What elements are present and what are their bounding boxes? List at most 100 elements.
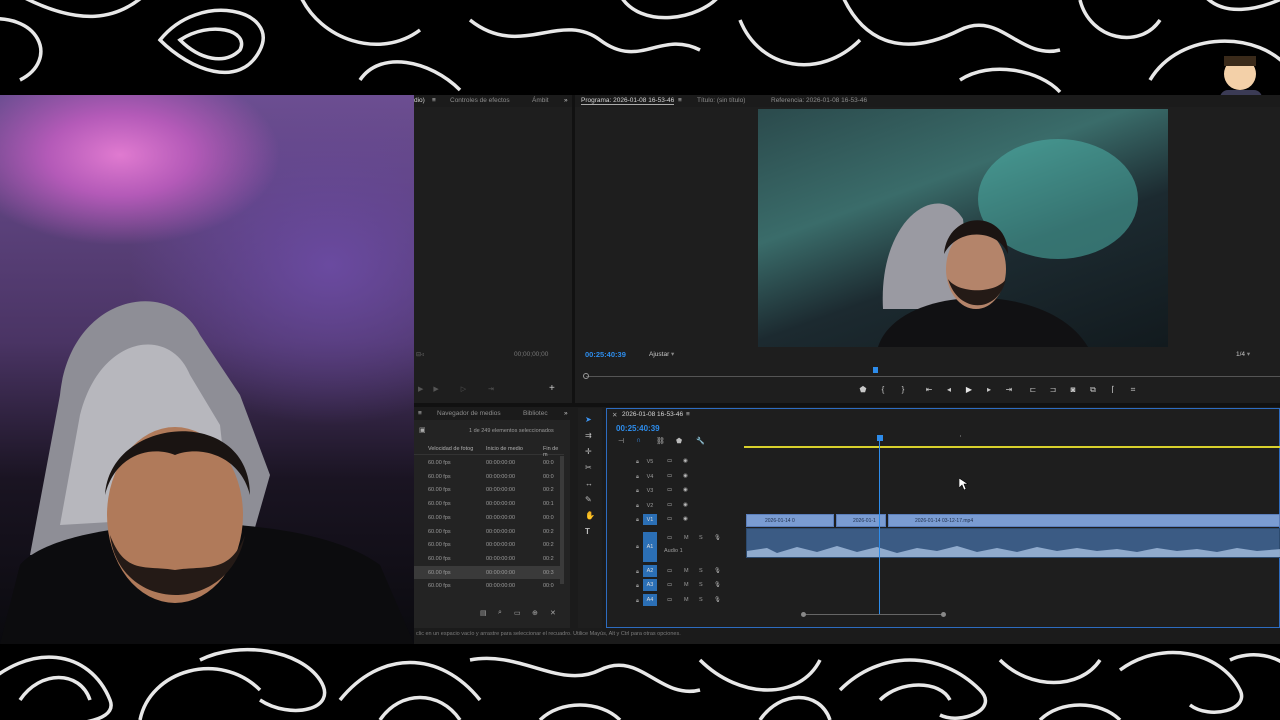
project-row[interactable]: 60.00 fps 00:00:00:00 00:0 (414, 511, 564, 524)
settings-wrench-icon[interactable]: 🔧 (696, 437, 705, 445)
folder-icon[interactable]: ▭ (514, 609, 521, 617)
camera-icon[interactable]: ◙ (1068, 385, 1078, 395)
track-label[interactable]: V5 (643, 456, 657, 467)
lock-icon[interactable]: 🔒︎ (636, 459, 639, 466)
ripple-tool-icon[interactable]: ✛ (585, 448, 592, 456)
track-label[interactable]: A1 (643, 532, 657, 562)
solo-button[interactable]: S (699, 568, 703, 574)
compare-icon[interactable]: ⧉ (1088, 385, 1098, 395)
resolution-select[interactable]: 1/4 ▾ (1236, 350, 1250, 358)
program-scrubber[interactable] (586, 376, 1280, 377)
tab-audio-mixer[interactable]: Ámbit (532, 97, 549, 104)
audio-track-header[interactable]: 🔒︎ A2 ▭ M S 🎙︎ (606, 565, 744, 579)
project-row[interactable]: 60.00 fps 00:00:00:00 00:3 (414, 565, 564, 579)
sync-lock-icon[interactable]: ▭ (667, 582, 672, 588)
trash-icon[interactable]: ✕ (550, 609, 556, 617)
nest-icon[interactable]: ⊣ (618, 437, 624, 445)
microphone-icon[interactable]: 🎙︎ (714, 535, 721, 541)
razor-tool-icon[interactable]: ✂ (585, 464, 592, 472)
fit-select[interactable]: Ajustar ▾ (649, 350, 674, 358)
tab-media-browser[interactable]: Navegador de medios (437, 410, 501, 417)
video-track-header[interactable]: 🔒︎ V5 ▭ ◉ (606, 455, 744, 469)
trim-icon[interactable]: ⌈ (1108, 385, 1118, 395)
lock-icon[interactable]: 🔒︎ (636, 583, 639, 590)
add-icon[interactable]: + (549, 383, 555, 394)
sync-lock-icon[interactable]: ▭ (667, 568, 672, 574)
timeline-tracks-area[interactable]: 2026-01-14 0 2026-01-1 2026-01-14 03-12-… (744, 435, 1280, 615)
tab-reference[interactable]: Referencia: 2026-01-08 16-53-46 (771, 97, 867, 104)
lock-icon[interactable]: 🔒︎ (636, 598, 639, 605)
bin-icon[interactable]: ▣ (419, 426, 426, 434)
track-label[interactable]: V3 (643, 485, 657, 496)
lock-icon[interactable]: 🔒︎ (636, 569, 639, 576)
video-track-header[interactable]: 🔒︎ V3 ▭ ◉ (606, 484, 744, 498)
extract-icon[interactable]: ⊐ (1048, 385, 1058, 395)
tab-menu-icon[interactable]: ≡ (432, 97, 436, 104)
tab-program[interactable]: Programa: 2026-01-08 16-53-46 (581, 97, 675, 105)
audio-track-header[interactable]: 🔒︎ A1 ▭ M S 🎙︎ Audio 1 (606, 532, 744, 562)
track-select-tool-icon[interactable]: ⇉ (585, 432, 592, 440)
sequence-menu-icon[interactable]: ≡ (686, 411, 690, 418)
new-bin-icon[interactable]: ▤ (480, 609, 487, 617)
timeline-playhead-handle[interactable] (877, 435, 883, 441)
project-row[interactable]: 60.00 fps 00:00:00:00 00:0 (414, 579, 564, 592)
eye-icon[interactable]: ◉ (683, 473, 688, 479)
slip-tool-icon[interactable]: ↔ (585, 480, 593, 488)
video-clip[interactable]: 2026-01-14 0 (746, 514, 834, 527)
audio-track-name[interactable]: Audio 1 (664, 548, 683, 554)
program-timecode[interactable]: 00:25:40:39 (585, 350, 626, 359)
track-label[interactable]: A2 (643, 565, 657, 577)
mark-in-icon[interactable]: { (878, 385, 888, 395)
sync-lock-icon[interactable]: ▭ (667, 458, 672, 464)
zoom-handle-left[interactable] (801, 612, 806, 617)
audio-clip[interactable] (746, 528, 1280, 558)
tab-effect-controls[interactable]: Controles de efectos (450, 97, 510, 104)
track-label[interactable]: A4 (643, 594, 657, 606)
linked-selection-icon[interactable]: ⛓ (656, 437, 665, 445)
lock-icon[interactable]: 🔒︎ (636, 474, 639, 481)
audio-track-header[interactable]: 🔒︎ A4 ▭ M S 🎙︎ (606, 594, 744, 608)
eye-icon[interactable]: ◉ (683, 502, 688, 508)
track-label[interactable]: A3 (643, 579, 657, 591)
snap-icon[interactable]: ∩ (636, 437, 641, 444)
track-label[interactable]: V1 (643, 514, 657, 525)
project-row[interactable]: 60.00 fps 00:00:00:00 00:2 (414, 525, 564, 538)
microphone-icon[interactable]: 🎙︎ (714, 597, 721, 603)
step-forward-icon[interactable]: ▸ (984, 385, 994, 395)
mute-button[interactable]: M (684, 597, 689, 603)
eye-icon[interactable]: ◉ (683, 487, 688, 493)
lock-icon[interactable]: 🔒︎ (636, 517, 639, 524)
source-settings-icon[interactable]: ⊟◃ (416, 351, 424, 358)
solo-button[interactable]: S (699, 535, 703, 541)
timeline-zoom-scrollbar[interactable] (803, 614, 943, 618)
video-track-header[interactable]: 🔒︎ V2 ▭ ◉ (606, 499, 744, 513)
sync-lock-icon[interactable]: ▭ (667, 502, 672, 508)
overflow-chevron-icon[interactable]: » (564, 97, 568, 104)
program-menu-icon[interactable]: ≡ (678, 97, 682, 104)
mark-out-icon[interactable]: } (898, 385, 908, 395)
project-menu-icon[interactable]: ≡ (418, 410, 422, 417)
type-tool-icon[interactable]: T (585, 528, 590, 536)
project-row[interactable]: 60.00 fps 00:00:00:00 00:0 (414, 456, 564, 469)
eye-icon[interactable]: ◉ (683, 516, 688, 522)
column-frame-rate[interactable]: Velocidad de fotog (428, 446, 473, 452)
overflow-icon[interactable]: ⌗ (1128, 385, 1138, 395)
project-scrollbar[interactable] (560, 456, 564, 584)
new-item-icon[interactable]: ⊕ (532, 609, 538, 617)
track-label[interactable]: V2 (643, 500, 657, 511)
project-row[interactable]: 60.00 fps 00:00:00:00 00:1 (414, 497, 564, 510)
project-row[interactable]: 60.00 fps 00:00:00:00 00:2 (414, 538, 564, 551)
audio-track-header[interactable]: 🔒︎ A3 ▭ M S 🎙︎ (606, 579, 744, 593)
project-row[interactable]: 60.00 fps 00:00:00:00 00:2 (414, 552, 564, 565)
tab-source[interactable]: dio) (414, 97, 425, 104)
sync-lock-icon[interactable]: ▭ (667, 487, 672, 493)
play-icon[interactable]: ▶ (964, 385, 974, 395)
mute-button[interactable]: M (684, 568, 689, 574)
video-track-header[interactable]: 🔒︎ V1 ▭ ◉ (606, 513, 744, 527)
tab-sequence[interactable]: 2026-01-08 16-53-46 (622, 411, 683, 418)
solo-button[interactable]: S (699, 597, 703, 603)
eye-icon[interactable]: ◉ (683, 458, 688, 464)
lock-icon[interactable]: 🔒︎ (636, 488, 639, 495)
close-sequence-icon[interactable]: ✕ (612, 411, 617, 419)
pen-tool-icon[interactable]: ✎ (585, 496, 592, 504)
